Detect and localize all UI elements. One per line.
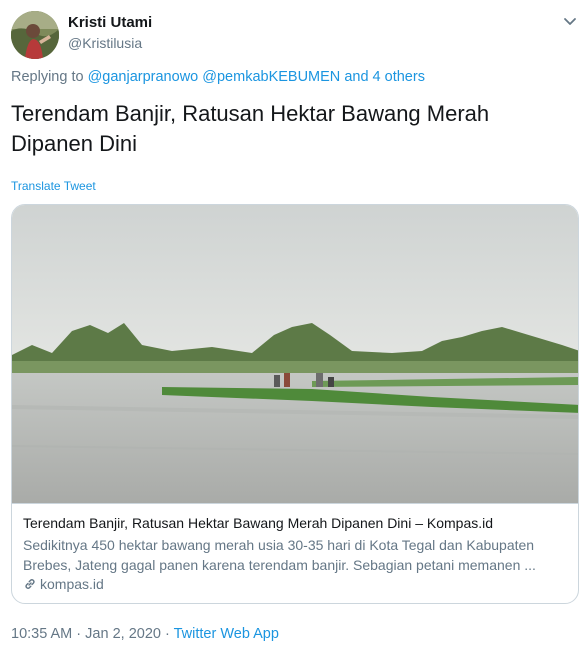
mention-link[interactable]: @ganjarpranowo <box>88 69 199 85</box>
avatar[interactable] <box>11 11 59 59</box>
author-handle[interactable]: @Kristilusia <box>68 35 142 51</box>
card-domain-text: kompas.id <box>40 576 104 592</box>
tweet-date[interactable]: Jan 2, 2020 <box>85 626 161 642</box>
link-card[interactable]: Terendam Banjir, Ratusan Hektar Bawang M… <box>11 204 579 604</box>
link-icon <box>23 577 37 591</box>
card-title: Terendam Banjir, Ratusan Hektar Bawang M… <box>23 515 494 531</box>
replying-to: Replying to @ganjarpranowo @pemkabKEBUME… <box>11 69 425 85</box>
tweet-time[interactable]: 10:35 AM <box>11 626 72 642</box>
mention-link[interactable]: @pemkabKEBUMEN <box>202 69 340 85</box>
chevron-down-icon[interactable] <box>561 12 579 30</box>
meta-separator: · <box>165 626 170 642</box>
author-name[interactable]: Kristi Utami <box>68 14 152 31</box>
card-description: Sedikitnya 450 hektar bawang merah usia … <box>23 537 536 573</box>
card-image <box>12 205 578 503</box>
tweet-meta: 10:35 AM · Jan 2, 2020 · Twitter Web App <box>11 626 279 642</box>
tweet-text: Terendam Banjir, Ratusan Hektar Bawang M… <box>11 101 490 156</box>
translate-tweet-link[interactable]: Translate Tweet <box>11 179 96 193</box>
card-body: Terendam Banjir, Ratusan Hektar Bawang M… <box>12 503 578 603</box>
meta-separator: · <box>76 626 82 642</box>
replying-prefix: Replying to <box>11 69 84 85</box>
replying-and[interactable]: and <box>344 69 368 85</box>
tweet: Kristi Utami @Kristilusia Replying to @g… <box>0 0 587 647</box>
others-link[interactable]: 4 others <box>373 69 425 85</box>
source-link[interactable]: Twitter Web App <box>174 626 279 642</box>
card-domain: kompas.id <box>23 576 104 592</box>
